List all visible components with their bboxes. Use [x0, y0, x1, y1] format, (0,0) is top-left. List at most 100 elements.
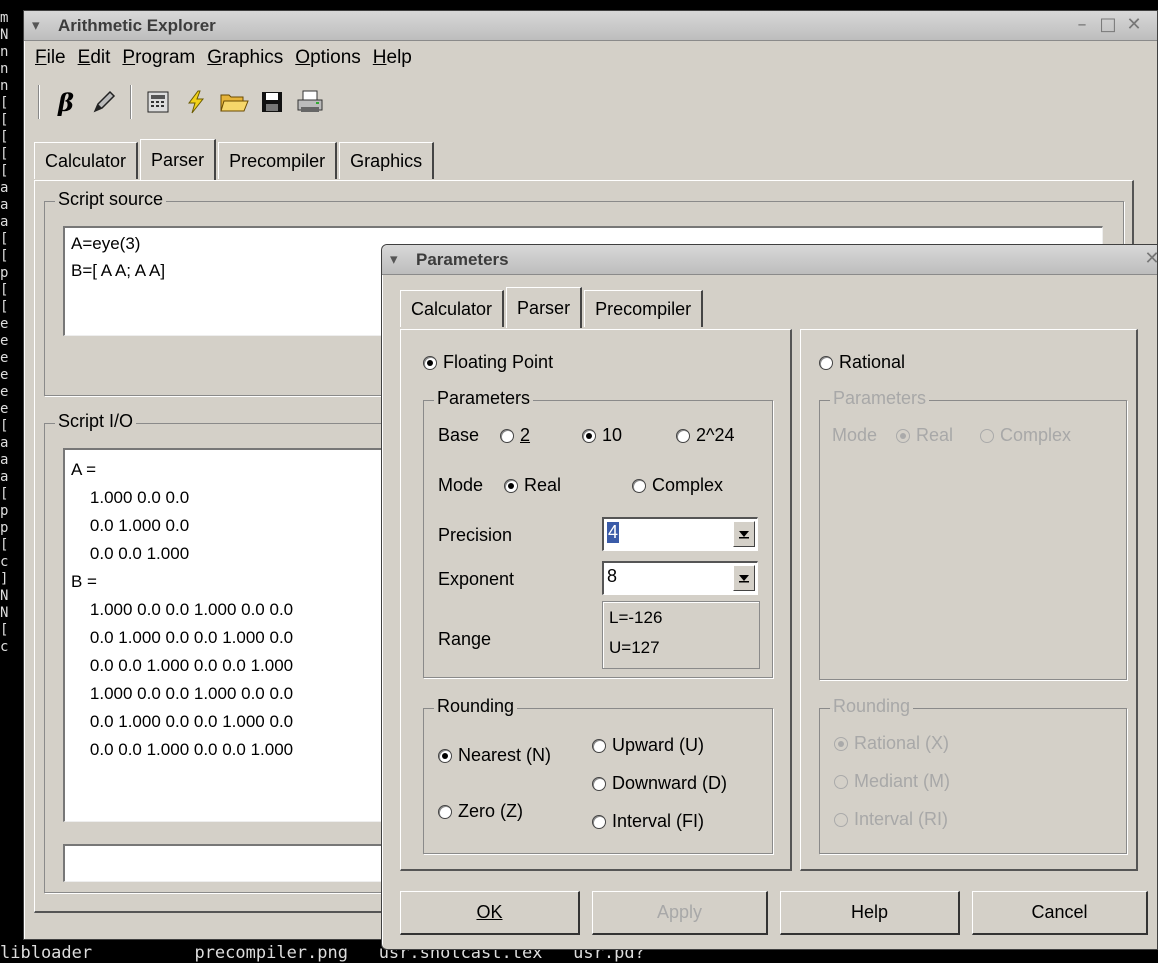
base-10-label: 10: [602, 425, 623, 445]
dialog-menu-icon[interactable]: ▾: [390, 250, 398, 268]
dialog-close-icon[interactable]: ✕: [1141, 248, 1158, 270]
rounding-zero-label: Zero (Z): [458, 801, 523, 821]
mode-real-label: Real: [524, 475, 562, 495]
script-source-label: Script source: [55, 189, 167, 210]
pencil-icon[interactable]: [88, 86, 120, 118]
close-icon[interactable]: ✕: [1123, 14, 1145, 36]
fp-parameters-label: Parameters: [434, 388, 534, 409]
fp-rounding-label: Rounding: [434, 696, 518, 717]
rational-parameters-label: Parameters: [830, 388, 930, 409]
rational-rounding-group: Rounding Rational (X) Mediant (M) Interv…: [819, 696, 1127, 854]
radio-dot: [438, 749, 452, 764]
dialog-tab-calculator[interactable]: Calculator: [400, 290, 505, 327]
tab-precompiler[interactable]: Precompiler: [218, 142, 338, 179]
rational-parameters-group: Parameters Mode Real Complex: [819, 388, 1127, 680]
exponent-value: 8: [607, 566, 618, 586]
parameters-dialog: ▾ Parameters ✕ Calculator Parser Precomp…: [381, 244, 1158, 950]
menu-help[interactable]: Help: [372, 45, 413, 75]
help-button[interactable]: Help: [780, 891, 960, 935]
base-label: Base: [438, 425, 480, 445]
minimize-icon[interactable]: –: [1071, 14, 1093, 36]
radio-dot: [834, 737, 848, 752]
base-option-2[interactable]: 2: [500, 425, 530, 446]
menu-options[interactable]: Options: [294, 45, 361, 75]
rational-mode-real-radio: Real: [896, 425, 953, 446]
rounding-upward-radio[interactable]: Upward (U): [592, 735, 704, 756]
rounding-zero-radio[interactable]: Zero (Z): [438, 801, 523, 822]
radio-dot: [819, 356, 833, 371]
radio-dot: [676, 429, 690, 444]
range-label: Range: [438, 629, 492, 649]
base-option-10[interactable]: 10: [582, 425, 622, 446]
toolbar: β: [34, 81, 326, 123]
rational-radio[interactable]: Rational: [819, 352, 905, 373]
fp-rounding-group: Rounding Nearest (N) Zero (Z) Upward (U)…: [423, 696, 773, 854]
range-lower: L=-126: [609, 608, 663, 627]
mode-real-radio[interactable]: Real: [504, 475, 561, 496]
open-folder-icon[interactable]: [218, 86, 250, 118]
mode-complex-label: Complex: [652, 475, 724, 495]
rounding-mediant-radio: Mediant (M): [834, 771, 950, 792]
cancel-label: Cancel: [1031, 902, 1088, 922]
ok-label: OK: [476, 902, 503, 922]
rational-panel: Rational Parameters Mode Real Complex Ro…: [800, 329, 1138, 871]
radio-dot: [423, 356, 437, 371]
rounding-mediant-label: Mediant (M): [854, 771, 951, 791]
apply-label: Apply: [656, 902, 703, 922]
rounding-interval-radio[interactable]: Interval (FI): [592, 811, 704, 832]
rational-mode-label: Mode: [832, 425, 878, 445]
menu-program[interactable]: Program: [121, 45, 196, 75]
main-titlebar[interactable]: ▾ Arithmetic Explorer – □ ✕: [24, 11, 1157, 41]
rational-mode-complex-radio: Complex: [980, 425, 1071, 446]
exponent-label: Exponent: [438, 569, 515, 589]
precision-select[interactable]: 4: [602, 517, 758, 551]
lightning-icon[interactable]: [180, 86, 212, 118]
radio-dot: [582, 429, 596, 444]
beta-icon[interactable]: β: [50, 86, 82, 118]
rational-label: Rational: [839, 352, 906, 372]
print-icon[interactable]: [294, 86, 326, 118]
window-menu-icon[interactable]: ▾: [32, 16, 40, 34]
radio-dot: [592, 777, 606, 792]
range-upper: U=127: [609, 638, 660, 657]
tab-calculator[interactable]: Calculator: [34, 142, 139, 179]
radio-dot: [834, 775, 848, 790]
radio-dot: [592, 739, 606, 754]
terminal-left-column: m Nn n n[[[[[a a a[[p[[e e e e e e[a a a[p p[c] N N[c: [0, 10, 9, 655]
save-icon[interactable]: [256, 86, 288, 118]
rounding-rational-label: Rational (X): [854, 733, 950, 753]
rounding-downward-radio[interactable]: Downward (D): [592, 773, 727, 794]
toolbar-grip: [38, 85, 40, 119]
maximize-icon[interactable]: □: [1097, 14, 1119, 36]
base-option-2-24[interactable]: 2^24: [676, 425, 734, 446]
menu-edit[interactable]: Edit: [77, 45, 112, 75]
chevron-down-icon[interactable]: [733, 521, 755, 547]
floating-point-panel: Floating Point Parameters Base 2 10 2^24…: [400, 329, 792, 871]
dialog-tabs: Calculator Parser Precompiler: [400, 287, 705, 328]
radio-dot: [632, 479, 646, 494]
dialog-titlebar[interactable]: ▾ Parameters ✕: [382, 245, 1158, 275]
tab-graphics[interactable]: Graphics: [339, 142, 435, 179]
rational-mode-real-label: Real: [916, 425, 954, 445]
radio-dot: [504, 479, 518, 494]
menu-file[interactable]: File: [34, 45, 67, 75]
precision-value: 4: [607, 522, 620, 543]
script-io-label: Script I/O: [55, 411, 137, 432]
ok-button[interactable]: OK: [400, 891, 580, 935]
mode-complex-radio[interactable]: Complex: [632, 475, 723, 496]
rounding-rational-interval-label: Interval (RI): [854, 809, 949, 829]
cancel-button[interactable]: Cancel: [972, 891, 1148, 935]
rational-mode-complex-label: Complex: [1000, 425, 1072, 445]
exponent-select[interactable]: 8: [602, 561, 758, 595]
calculator-icon[interactable]: [142, 86, 174, 118]
chevron-down-icon[interactable]: [733, 565, 755, 591]
radio-dot: [592, 815, 606, 830]
tab-parser[interactable]: Parser: [140, 139, 217, 180]
dialog-tab-parser[interactable]: Parser: [506, 287, 583, 328]
rounding-nearest-radio[interactable]: Nearest (N): [438, 745, 551, 766]
dialog-tab-precompiler[interactable]: Precompiler: [584, 290, 704, 327]
floating-point-radio[interactable]: Floating Point: [423, 352, 553, 373]
dialog-title: Parameters: [416, 250, 509, 269]
menu-graphics[interactable]: Graphics: [206, 45, 284, 75]
fp-parameters-group: Parameters Base 2 10 2^24 Mode Real Comp…: [423, 388, 773, 678]
